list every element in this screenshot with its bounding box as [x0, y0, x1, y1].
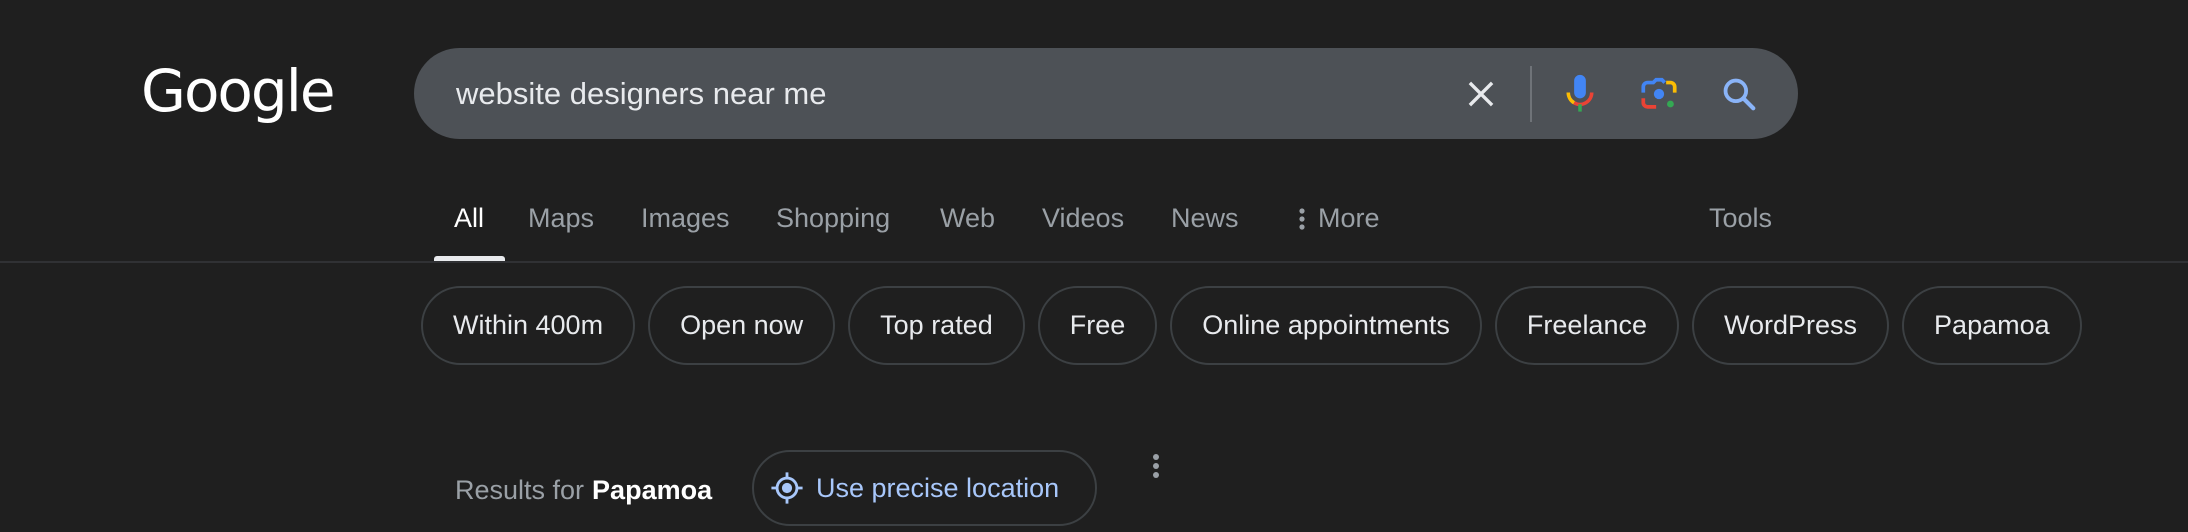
tab-maps[interactable]: Maps [528, 203, 594, 234]
tab-images[interactable]: Images [641, 203, 730, 234]
search-tabs: All Maps Images Shopping Web Videos News… [0, 190, 2188, 262]
kebab-vertical-icon [1153, 454, 1159, 478]
filter-chip[interactable]: Open now [648, 286, 836, 365]
image-search-button[interactable] [1636, 71, 1682, 117]
tab-shopping[interactable]: Shopping [776, 203, 890, 234]
search-bar [414, 48, 1798, 139]
use-precise-location-button[interactable]: Use precise location [752, 450, 1097, 526]
tabs-divider [0, 261, 2188, 263]
filter-chips: Within 400m Open now Top rated Free Onli… [421, 286, 2082, 365]
search-divider [1530, 66, 1532, 122]
tab-news[interactable]: News [1171, 203, 1239, 234]
filter-chip[interactable]: Within 400m [421, 286, 636, 365]
search-input[interactable] [456, 48, 1436, 139]
tab-videos[interactable]: Videos [1042, 203, 1124, 234]
filter-chip[interactable]: Freelance [1494, 286, 1679, 365]
tab-more[interactable]: More [1298, 203, 1380, 234]
search-icon [1723, 78, 1756, 111]
microphone-icon [1566, 74, 1594, 112]
voice-search-button[interactable] [1557, 71, 1603, 117]
filter-chip[interactable]: Papamoa [1902, 286, 2082, 365]
google-logo[interactable]: Google [141, 62, 336, 120]
my-location-icon [771, 472, 803, 504]
filter-chip[interactable]: Free [1037, 286, 1158, 365]
filter-chip[interactable]: Top rated [848, 286, 1025, 365]
filter-chip[interactable]: Online appointments [1170, 286, 1482, 365]
results-place: Papamoa [592, 474, 713, 505]
clear-search-button[interactable] [1458, 71, 1504, 117]
search-submit-button[interactable] [1716, 71, 1762, 117]
results-for-label: Results for [455, 474, 585, 505]
tab-all[interactable]: All [454, 203, 484, 234]
tab-more-label: More [1318, 203, 1380, 233]
google-lens-icon [1641, 77, 1677, 109]
tab-web[interactable]: Web [940, 203, 995, 234]
use-precise-location-label: Use precise location [816, 472, 1060, 503]
close-icon [1468, 81, 1494, 107]
results-location: Results for Papamoa [455, 450, 712, 530]
filter-chip[interactable]: WordPress [1692, 286, 1890, 365]
kebab-vertical-icon [1299, 207, 1305, 230]
tools-button[interactable]: Tools [1709, 203, 1772, 234]
location-menu-button[interactable] [1146, 448, 1166, 484]
